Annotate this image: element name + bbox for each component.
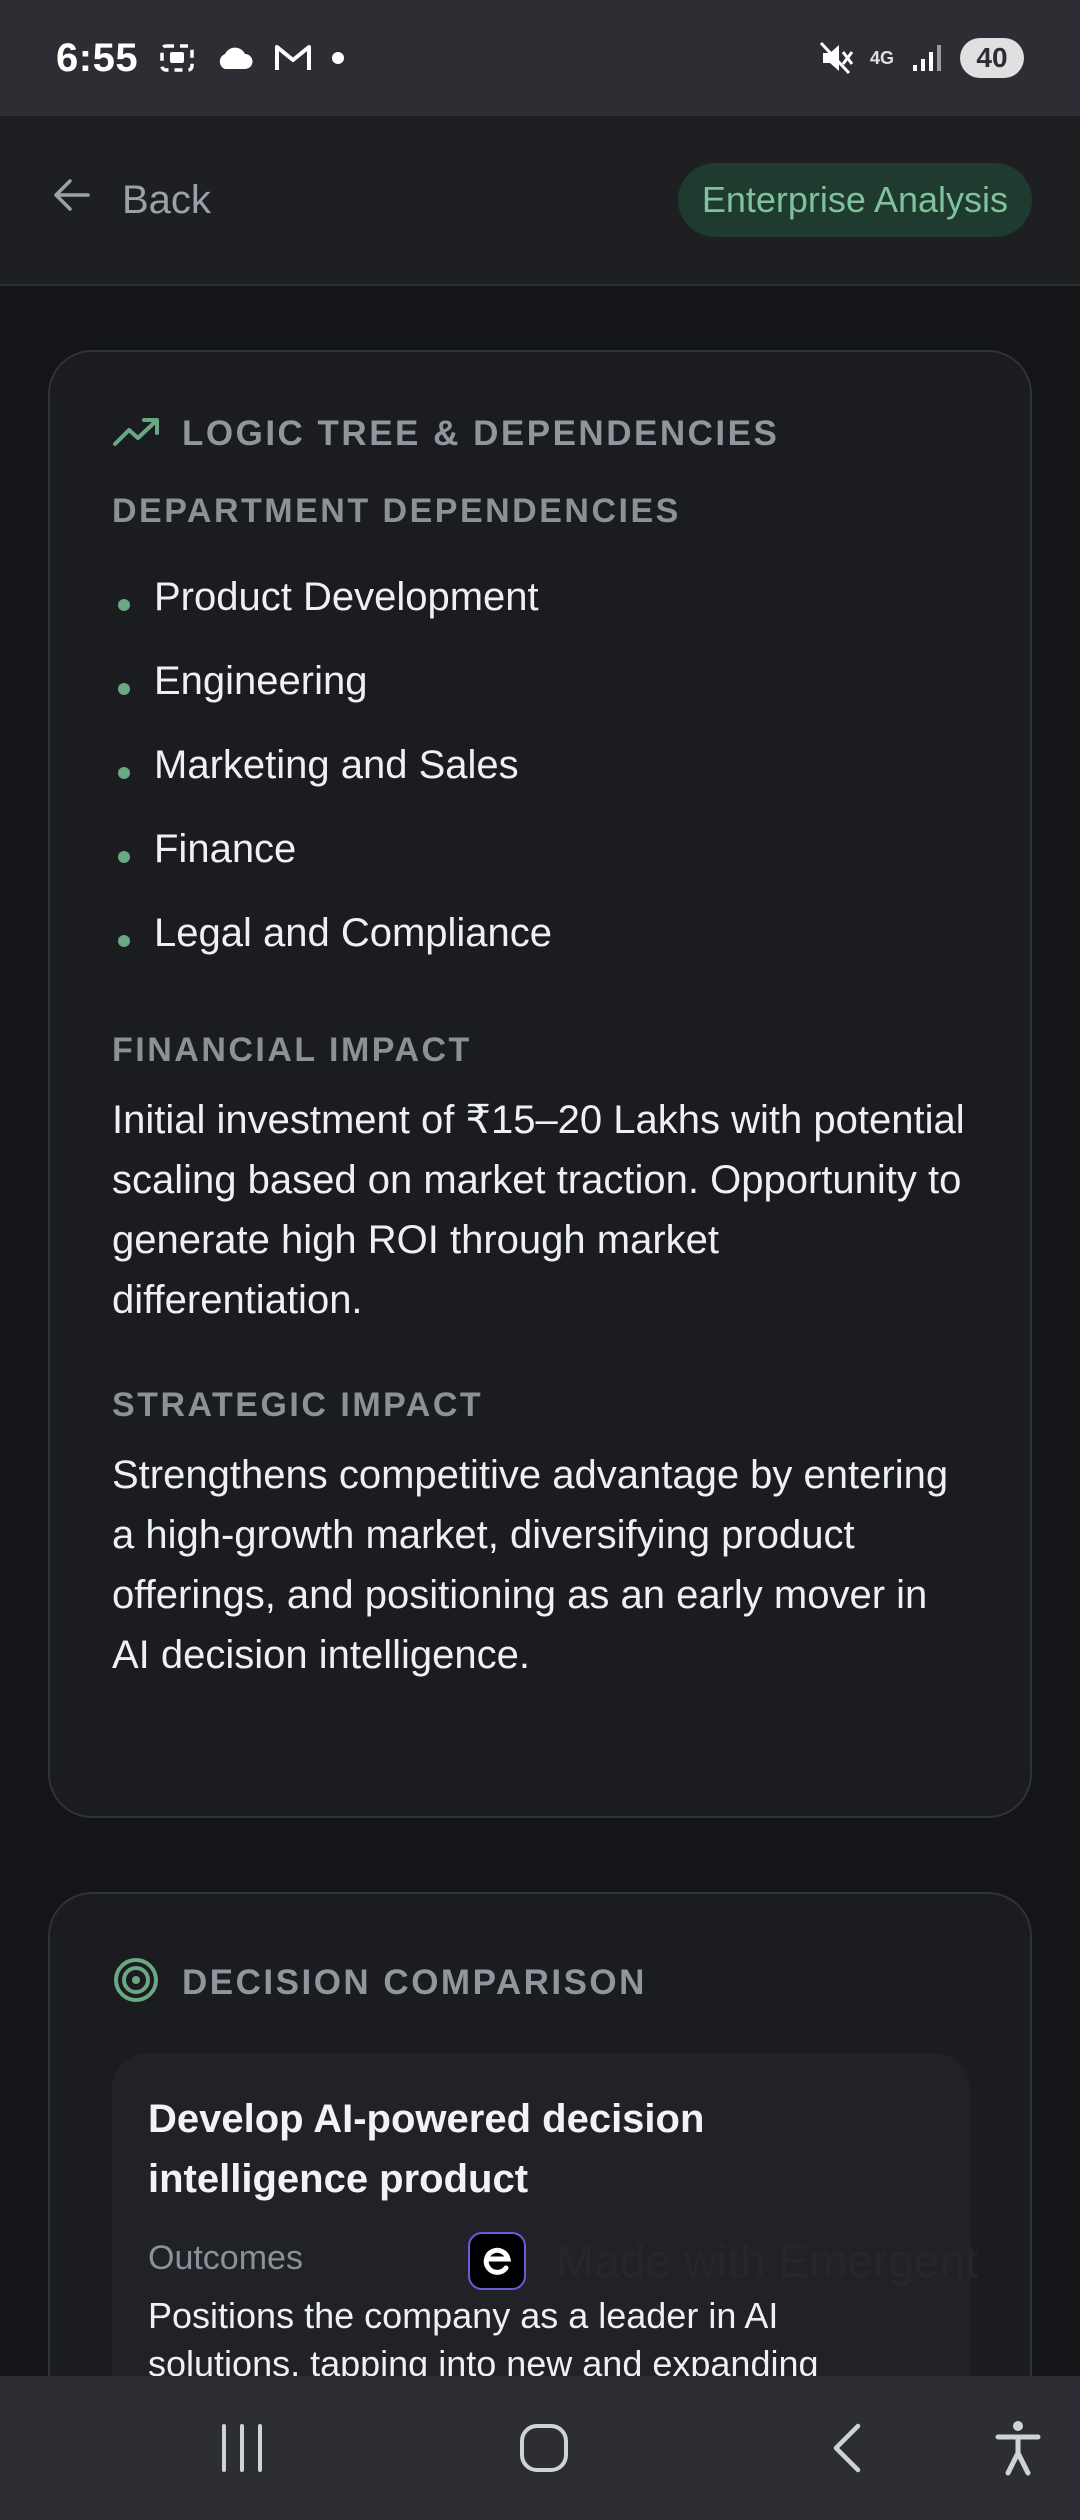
department-list: Product Development Engineering Marketin…	[112, 555, 970, 975]
back-label: Back	[122, 177, 211, 222]
app-header: Back Enterprise Analysis	[0, 116, 1080, 286]
department-dependencies-title: DEPARTMENT DEPENDENCIES	[112, 492, 681, 530]
network-type: 4G	[869, 48, 894, 68]
bullet-icon	[118, 683, 130, 695]
battery-level: 40	[960, 38, 1024, 78]
department-label: Finance	[154, 826, 297, 871]
made-with-emergent-badge[interactable]: Made with Emergent	[468, 2232, 978, 2290]
bullet-icon	[118, 851, 130, 863]
emergent-logo-icon	[468, 2232, 526, 2290]
logic-tree-header: LOGIC TREE & DEPENDENCIES	[112, 414, 970, 454]
target-icon	[112, 1956, 160, 2009]
back-button[interactable]: Back	[52, 177, 211, 223]
strategic-impact-text: Strengthens competitive advantage by ent…	[112, 1453, 949, 1677]
list-item: Legal and Compliance	[112, 891, 970, 975]
decision-comparison-title: DECISION COMPARISON	[182, 1962, 647, 2002]
system-nav-bar	[0, 2376, 1080, 2520]
financial-impact-title: FINANCIAL IMPACT	[112, 1031, 472, 1069]
list-item: Finance	[112, 807, 970, 891]
signal-icon	[908, 39, 946, 77]
dot-icon	[332, 52, 345, 64]
strategic-impact-title: STRATEGIC IMPACT	[112, 1386, 484, 1424]
department-label: Legal and Compliance	[154, 910, 553, 955]
decision-comparison-card: DECISION COMPARISON Develop AI-powered d…	[48, 1892, 1032, 2376]
department-label: Product Development	[154, 574, 539, 619]
bullet-icon	[118, 767, 130, 779]
outcomes-text: Positions the company as a leader in AI …	[148, 2295, 819, 2376]
home-button[interactable]	[508, 2412, 580, 2484]
recent-apps-button[interactable]	[206, 2412, 278, 2484]
cloud-icon	[216, 39, 254, 77]
status-bar: 6:55 4G 40	[0, 0, 1080, 116]
status-right: 4G 40	[818, 38, 1024, 78]
logic-tree-title: LOGIC TREE & DEPENDENCIES	[182, 414, 780, 453]
decision-option-card[interactable]: Develop AI-powered decision intelligence…	[112, 2053, 970, 2376]
gmail-icon	[274, 39, 312, 77]
accessibility-button[interactable]	[982, 2412, 1054, 2484]
list-item: Engineering	[112, 639, 970, 723]
bullet-icon	[118, 599, 130, 611]
list-item: Product Development	[112, 555, 970, 639]
nav-back-button[interactable]	[812, 2412, 884, 2484]
list-item: Marketing and Sales	[112, 723, 970, 807]
trending-up-icon	[112, 416, 160, 453]
department-label: Engineering	[154, 658, 368, 703]
screenshot-icon	[158, 39, 196, 77]
mute-icon	[818, 39, 856, 77]
made-with-emergent-label: Made with Emergent	[556, 2235, 978, 2287]
logic-tree-card: LOGIC TREE & DEPENDENCIES DEPARTMENT DEP…	[48, 350, 1032, 1818]
bullet-icon	[118, 935, 130, 947]
main-content[interactable]: LOGIC TREE & DEPENDENCIES DEPARTMENT DEP…	[0, 288, 1080, 2376]
enterprise-analysis-badge: Enterprise Analysis	[677, 163, 1032, 237]
decision-comparison-header: DECISION COMPARISON	[112, 1956, 970, 2009]
status-time: 6:55	[56, 35, 139, 80]
status-left: 6:55	[56, 35, 345, 81]
department-label: Marketing and Sales	[154, 742, 519, 787]
arrow-left-icon	[52, 177, 92, 223]
decision-option-title: Develop AI-powered decision intelligence…	[148, 2097, 705, 2201]
financial-impact-text: Initial investment of ₹15–20 Lakhs with …	[112, 1098, 965, 1322]
